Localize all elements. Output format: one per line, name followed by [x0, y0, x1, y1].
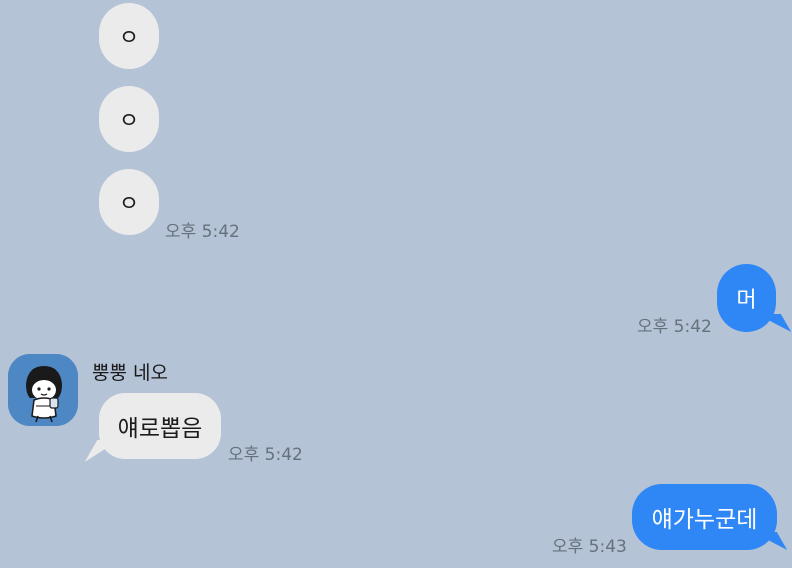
outgoing-message-bubble[interactable]: 얘가누군데 — [632, 484, 777, 550]
message-text: ㅇ — [118, 192, 140, 217]
message-text: ㅇ — [118, 26, 140, 51]
incoming-message-bubble[interactable]: ㅇ — [99, 3, 159, 69]
incoming-message-bubble[interactable]: 얘로뽑음 — [99, 393, 221, 459]
incoming-message-bubble[interactable]: ㅇ — [99, 169, 159, 235]
neo-character-avatar-icon — [8, 354, 78, 426]
message-text: 얘가누군데 — [651, 507, 758, 533]
outgoing-bubble-tail — [756, 314, 792, 332]
message-timestamp: 오후 5:42 — [228, 445, 303, 465]
sender-name: 뿡뿡 네오 — [92, 362, 168, 384]
message-text: 얘로뽑음 — [117, 416, 203, 442]
message-timestamp: 오후 5:43 — [552, 537, 627, 557]
sender-avatar[interactable] — [8, 354, 78, 426]
message-text: 머 — [736, 288, 757, 313]
message-timestamp: 오후 5:42 — [637, 317, 712, 337]
message-text: ㅇ — [118, 109, 140, 134]
message-timestamp: 오후 5:42 — [165, 222, 240, 242]
incoming-message-bubble[interactable]: ㅇ — [99, 86, 159, 152]
